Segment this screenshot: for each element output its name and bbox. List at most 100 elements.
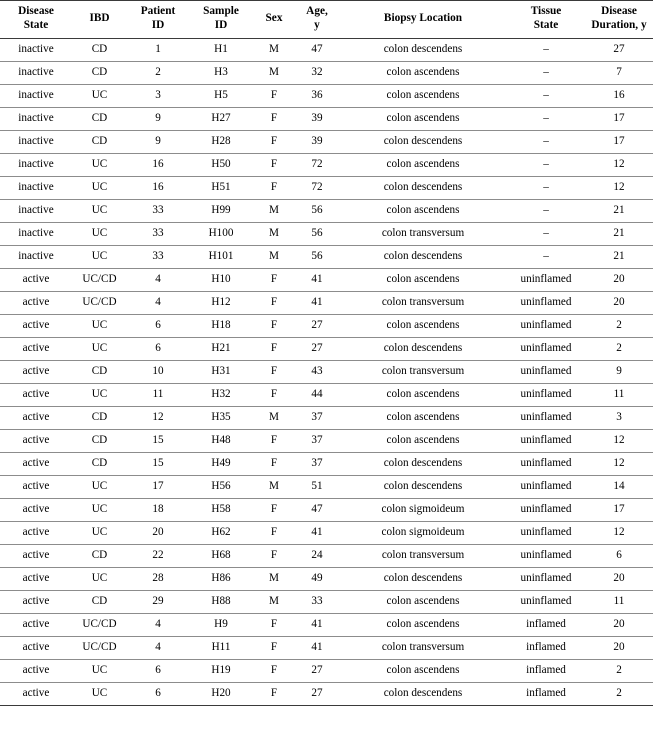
cell-disease_state: active xyxy=(0,613,72,637)
cell-disease_state: inactive xyxy=(0,153,72,177)
cell-ibd: UC/CD xyxy=(72,268,127,292)
cell-tissue_state: inflamed xyxy=(507,682,585,707)
cell-biopsy_location: colon descendens xyxy=(339,337,507,361)
cell-tissue_state: uninflamed xyxy=(507,268,585,292)
cell-tissue_state: inflamed xyxy=(507,659,585,684)
cell-patient_id: 17 xyxy=(127,475,189,499)
column-header-patient_id: Patient ID xyxy=(127,1,189,39)
cell-age_y: 27 xyxy=(295,314,339,338)
cell-disease_duration: 2 xyxy=(585,337,653,361)
table-header-row: Disease State IBD Patient ID Sample ID Sex Age, y… xyxy=(0,0,653,39)
cell-ibd: UC xyxy=(72,383,127,407)
cell-sex: F xyxy=(253,498,295,522)
cell-ibd: UC xyxy=(72,245,127,269)
cell-disease_duration: 20 xyxy=(585,291,653,315)
cell-disease_state: inactive xyxy=(0,222,72,246)
cell-age_y: 47 xyxy=(295,498,339,522)
table-row: inactive UC 16 H51 F 72 colon descendens –12 xyxy=(0,176,653,200)
column-header-tissue_state: Tissue State xyxy=(507,1,585,39)
column-header-biopsy_location: Biopsy Location xyxy=(339,1,507,39)
table-row: active UC 20 H62 F 41 colon sigmoideum uninflam… xyxy=(0,521,653,545)
table-row: active UC/CD 4 H9 F 41 colon ascendens inflamed… xyxy=(0,613,653,637)
cell-patient_id: 9 xyxy=(127,130,189,154)
table-body: inactive CD 1 H1 M 47 colon descendens –27 inact… xyxy=(0,38,653,707)
cell-sample_id: H31 xyxy=(189,360,253,384)
cell-age_y: 41 xyxy=(295,521,339,545)
cell-age_y: 27 xyxy=(295,659,339,684)
cell-sex: F xyxy=(253,682,295,707)
column-header-line: ID xyxy=(151,18,165,31)
cell-age_y: 41 xyxy=(295,291,339,315)
cell-sample_id: H20 xyxy=(189,682,253,707)
cell-sample_id: H1 xyxy=(189,38,253,62)
cell-patient_id: 12 xyxy=(127,406,189,430)
cell-sample_id: H18 xyxy=(189,314,253,338)
column-header-ibd: IBD xyxy=(72,1,127,39)
table-row: active CD 12 H35 M 37 colon ascendens uninflame… xyxy=(0,406,653,430)
cell-ibd: CD xyxy=(72,544,127,568)
cell-sample_id: H58 xyxy=(189,498,253,522)
cell-disease_state: active xyxy=(0,337,72,361)
cell-patient_id: 3 xyxy=(127,84,189,108)
cell-disease_state: active xyxy=(0,682,72,707)
cell-disease_state: active xyxy=(0,314,72,338)
cell-biopsy_location: colon ascendens xyxy=(339,107,507,131)
cell-disease_state: active xyxy=(0,498,72,522)
cell-tissue_state: uninflamed xyxy=(507,406,585,430)
cell-sample_id: H12 xyxy=(189,291,253,315)
cell-biopsy_location: colon sigmoideum xyxy=(339,498,507,522)
cell-sex: F xyxy=(253,268,295,292)
cell-tissue_state: – xyxy=(507,130,585,154)
cell-sex: F xyxy=(253,84,295,108)
cell-ibd: UC xyxy=(72,475,127,499)
cell-patient_id: 20 xyxy=(127,521,189,545)
cell-sex: M xyxy=(253,38,295,62)
cell-disease_duration: 12 xyxy=(585,153,653,177)
cell-biopsy_location: colon transversum xyxy=(339,222,507,246)
cell-age_y: 39 xyxy=(295,130,339,154)
column-header-line: y xyxy=(314,18,320,31)
table-header: Disease State IBD Patient ID Sample ID Sex Age, y… xyxy=(0,0,653,39)
table-row: active UC 28 H86 M 49 colon descendens uninflam… xyxy=(0,567,653,591)
cell-sex: M xyxy=(253,567,295,591)
cell-patient_id: 2 xyxy=(127,61,189,85)
cell-ibd: UC xyxy=(72,498,127,522)
cell-disease_duration: 20 xyxy=(585,567,653,591)
table-row: active UC 6 H20 F 27 colon descendens inflamed 2 xyxy=(0,682,653,707)
cell-tissue_state: uninflamed xyxy=(507,429,585,453)
cell-ibd: UC xyxy=(72,176,127,200)
cell-tissue_state: uninflamed xyxy=(507,291,585,315)
cell-disease_state: inactive xyxy=(0,130,72,154)
cell-biopsy_location: colon ascendens xyxy=(339,429,507,453)
table-row: active CD 10 H31 F 43 colon transversum uninfla… xyxy=(0,360,653,384)
cell-disease_duration: 16 xyxy=(585,84,653,108)
cell-sample_id: H86 xyxy=(189,567,253,591)
cell-disease_duration: 17 xyxy=(585,107,653,131)
cell-patient_id: 4 xyxy=(127,268,189,292)
cell-patient_id: 15 xyxy=(127,429,189,453)
cell-ibd: CD xyxy=(72,406,127,430)
table-row: active UC 18 H58 F 47 colon sigmoideum uninflam… xyxy=(0,498,653,522)
table-row: active UC/CD 4 H12 F 41 colon transversum uninf… xyxy=(0,291,653,315)
cell-tissue_state: uninflamed xyxy=(507,590,585,614)
cell-tissue_state: uninflamed xyxy=(507,360,585,384)
cell-tissue_state: uninflamed xyxy=(507,567,585,591)
cell-disease_duration: 3 xyxy=(585,406,653,430)
cell-disease_duration: 11 xyxy=(585,590,653,614)
table-row: inactive CD 2 H3 M 32 colon ascendens –7 xyxy=(0,61,653,85)
cell-sample_id: H35 xyxy=(189,406,253,430)
table-row: inactive CD 1 H1 M 47 colon descendens –27 xyxy=(0,38,653,62)
table-row: active CD 29 H88 M 33 colon ascendens uninflame… xyxy=(0,590,653,614)
cell-age_y: 37 xyxy=(295,406,339,430)
cell-biopsy_location: colon ascendens xyxy=(339,383,507,407)
column-header-line: Sex xyxy=(265,11,283,24)
cell-biopsy_location: colon ascendens xyxy=(339,84,507,108)
cell-biopsy_location: colon descendens xyxy=(339,245,507,269)
cell-disease_duration: 20 xyxy=(585,268,653,292)
table-row: active UC 6 H19 F 27 colon ascendens inflamed 2 xyxy=(0,659,653,684)
cell-biopsy_location: colon descendens xyxy=(339,38,507,62)
cell-tissue_state: – xyxy=(507,153,585,177)
cell-sample_id: H101 xyxy=(189,245,253,269)
cell-sample_id: H56 xyxy=(189,475,253,499)
cell-ibd: CD xyxy=(72,38,127,62)
